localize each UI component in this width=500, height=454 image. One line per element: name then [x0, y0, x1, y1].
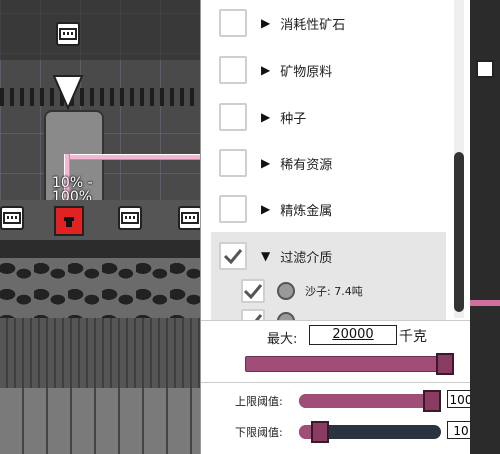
ore-icon	[277, 312, 295, 320]
filter-item[interactable]: ▶ 精炼金属	[219, 194, 332, 224]
game-world[interactable]: 10% - 100%	[0, 0, 210, 454]
top-rail	[0, 88, 210, 106]
filter-item[interactable]: ▶ 稀有资源	[219, 148, 332, 178]
pipe-segment	[470, 300, 500, 306]
filter-checkbox[interactable]	[219, 103, 247, 131]
filter-item[interactable]: ▶ 消耗性矿石	[219, 8, 345, 38]
filter-checkbox[interactable]	[219, 242, 247, 270]
filter-item-label: 精炼金属	[280, 203, 333, 219]
filter-item[interactable]: ▶ 种子	[219, 102, 306, 132]
check-icon	[246, 314, 263, 320]
check-icon	[223, 249, 243, 264]
filter-subitem-label: 沙子: 7.4吨	[305, 285, 363, 298]
conveyor-icon[interactable]	[56, 22, 80, 46]
slider-fill	[299, 394, 441, 408]
top-dark-area	[0, 0, 210, 60]
expand-arrow-icon[interactable]: ▶	[261, 16, 270, 30]
filter-checkbox[interactable]	[219, 9, 247, 37]
conveyor-icon[interactable]	[118, 206, 142, 230]
filter-checkbox[interactable]	[241, 309, 265, 320]
output-arrow-icon	[52, 75, 84, 110]
storage-filter-panel: ▶ 消耗性矿石 ▶ 矿物原料 ▶ 种子 ▶ 稀有资源 ▶ 精炼金属 ▼ 过滤介质…	[200, 0, 475, 454]
upper-threshold-slider[interactable]	[299, 390, 441, 412]
slider-handle[interactable]	[423, 390, 441, 412]
filter-checkbox[interactable]	[219, 195, 247, 223]
sand-ore-icon	[277, 282, 295, 300]
selected-loader-icon[interactable]	[54, 206, 84, 236]
filter-item-label: 消耗性矿石	[280, 17, 346, 33]
upper-threshold-row: 上限阈值: 100	[201, 390, 475, 412]
filter-checkbox[interactable]	[241, 279, 265, 303]
floor-layer	[0, 388, 210, 454]
filter-subitem[interactable]	[241, 308, 305, 320]
expand-arrow-icon[interactable]: ▶	[261, 63, 270, 77]
filter-checkbox[interactable]	[219, 149, 247, 177]
capacity-unit: 千克	[399, 329, 427, 345]
filter-item-label: 稀有资源	[280, 157, 333, 173]
metal-layer	[0, 318, 210, 388]
filter-checkbox[interactable]	[219, 56, 247, 84]
filter-item[interactable]: ▶ 矿物原料	[219, 55, 332, 85]
dark-strip	[0, 240, 210, 258]
lower-threshold-row: 下限阈值: 10	[201, 421, 475, 443]
lower-threshold-slider[interactable]	[299, 421, 441, 443]
filter-scrollbar[interactable]	[454, 0, 464, 318]
expand-arrow-icon[interactable]: ▶	[261, 110, 270, 124]
filter-item[interactable]: ▼ 过滤介质	[219, 241, 332, 271]
upper-threshold-label: 上限阈值:	[235, 395, 283, 408]
filter-list[interactable]: ▶ 消耗性矿石 ▶ 矿物原料 ▶ 种子 ▶ 稀有资源 ▶ 精炼金属 ▼ 过滤介质…	[201, 0, 471, 320]
game-world-right-edge	[470, 0, 500, 454]
rock-layer	[0, 258, 210, 318]
capacity-input[interactable]: 20000	[309, 325, 397, 345]
scrollbar-thumb[interactable]	[454, 152, 464, 312]
filter-item-label: 种子	[280, 111, 307, 127]
capacity-label: 最大:	[267, 332, 298, 347]
divider	[201, 382, 471, 383]
lower-threshold-label: 下限阈值:	[235, 426, 283, 439]
filter-subitem[interactable]: 沙子: 7.4吨	[241, 278, 363, 304]
filter-item-label: 矿物原料	[280, 64, 333, 80]
conveyor-icon[interactable]	[178, 206, 202, 230]
filter-item-label: 过滤介质	[280, 250, 333, 266]
divider	[201, 320, 471, 321]
slider-handle[interactable]	[436, 353, 454, 375]
collapse-arrow-icon[interactable]: ▼	[261, 249, 270, 263]
expand-arrow-icon[interactable]: ▶	[261, 156, 270, 170]
expand-arrow-icon[interactable]: ▶	[261, 202, 270, 216]
capacity-row: 最大: 20000 千克	[201, 325, 471, 349]
conveyor-icon	[476, 60, 494, 78]
capacity-slider[interactable]	[245, 353, 454, 375]
pipe-segment	[64, 154, 210, 160]
check-icon	[243, 284, 263, 299]
conveyor-icon[interactable]	[0, 206, 24, 230]
slider-handle[interactable]	[311, 421, 330, 443]
